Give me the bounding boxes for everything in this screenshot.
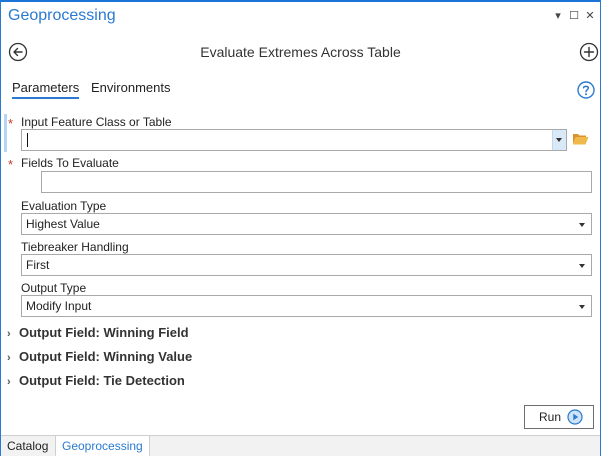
section-label: Output Field: Winning Value (19, 349, 193, 364)
active-parameter-indicator (4, 114, 7, 152)
section-winning-value[interactable]: › Output Field: Winning Value (7, 349, 192, 369)
fields-to-evaluate-input[interactable] (41, 171, 592, 193)
chevron-down-icon (556, 138, 562, 142)
evaluation-type-value: Highest Value (26, 217, 100, 231)
add-icon[interactable] (579, 42, 599, 62)
run-button[interactable]: Run (524, 405, 594, 429)
tiebreaker-select[interactable]: First (21, 254, 592, 276)
section-label: Output Field: Tie Detection (19, 373, 185, 388)
tab-catalog[interactable]: Catalog (1, 436, 54, 456)
section-label: Output Field: Winning Field (19, 325, 189, 340)
tab-parameters[interactable]: Parameters (12, 80, 80, 99)
fields-to-evaluate-label: Fields To Evaluate (21, 156, 119, 170)
input-feature-dropdown-button[interactable] (552, 130, 566, 150)
folder-open-icon[interactable] (572, 132, 589, 146)
evaluation-type-label: Evaluation Type (21, 199, 107, 213)
input-feature-label: Input Feature Class or Table (21, 115, 172, 129)
required-marker: * (8, 116, 14, 131)
bottom-tab-strip: Catalog Geoprocessing (1, 435, 600, 456)
chevron-right-icon: › (7, 376, 11, 388)
play-icon (567, 409, 583, 425)
tool-title: Evaluate Extremes Across Table (200, 44, 401, 60)
tool-header: Evaluate Extremes Across Table (1, 38, 600, 68)
text-cursor (27, 133, 28, 147)
pane-titlebar: Geoprocessing ▾ ☐ ✕ (1, 2, 600, 32)
evaluation-type-select[interactable]: Highest Value (21, 213, 592, 235)
back-arrow-icon[interactable] (8, 42, 28, 62)
tab-environments[interactable]: Environments (91, 80, 170, 95)
output-type-value: Modify Input (26, 299, 92, 313)
chevron-right-icon: › (7, 352, 11, 364)
geoprocessing-pane: Geoprocessing ▾ ☐ ✕ Evaluate Extremes Ac… (0, 0, 601, 456)
tab-geoprocessing[interactable]: Geoprocessing (55, 436, 150, 456)
chevron-down-icon (579, 305, 585, 309)
section-winning-field[interactable]: › Output Field: Winning Field (7, 325, 189, 345)
input-feature-combobox[interactable] (21, 129, 567, 151)
section-tie-detection[interactable]: › Output Field: Tie Detection (7, 373, 185, 393)
chevron-right-icon: › (7, 328, 11, 340)
chevron-down-icon (579, 223, 585, 227)
pane-options-chevron-down-icon[interactable]: ▾ (551, 9, 565, 23)
required-marker: * (8, 157, 14, 172)
output-type-select[interactable]: Modify Input (21, 295, 592, 317)
output-type-label: Output Type (21, 281, 87, 295)
chevron-down-icon (579, 264, 585, 268)
pane-title: Geoprocessing (8, 7, 116, 24)
close-icon[interactable]: ✕ (583, 9, 597, 23)
help-icon[interactable] (576, 80, 596, 100)
tiebreaker-value: First (26, 258, 50, 272)
run-label: Run (539, 410, 562, 424)
maximize-icon[interactable]: ☐ (567, 9, 581, 23)
tiebreaker-label: Tiebreaker Handling (21, 240, 129, 254)
